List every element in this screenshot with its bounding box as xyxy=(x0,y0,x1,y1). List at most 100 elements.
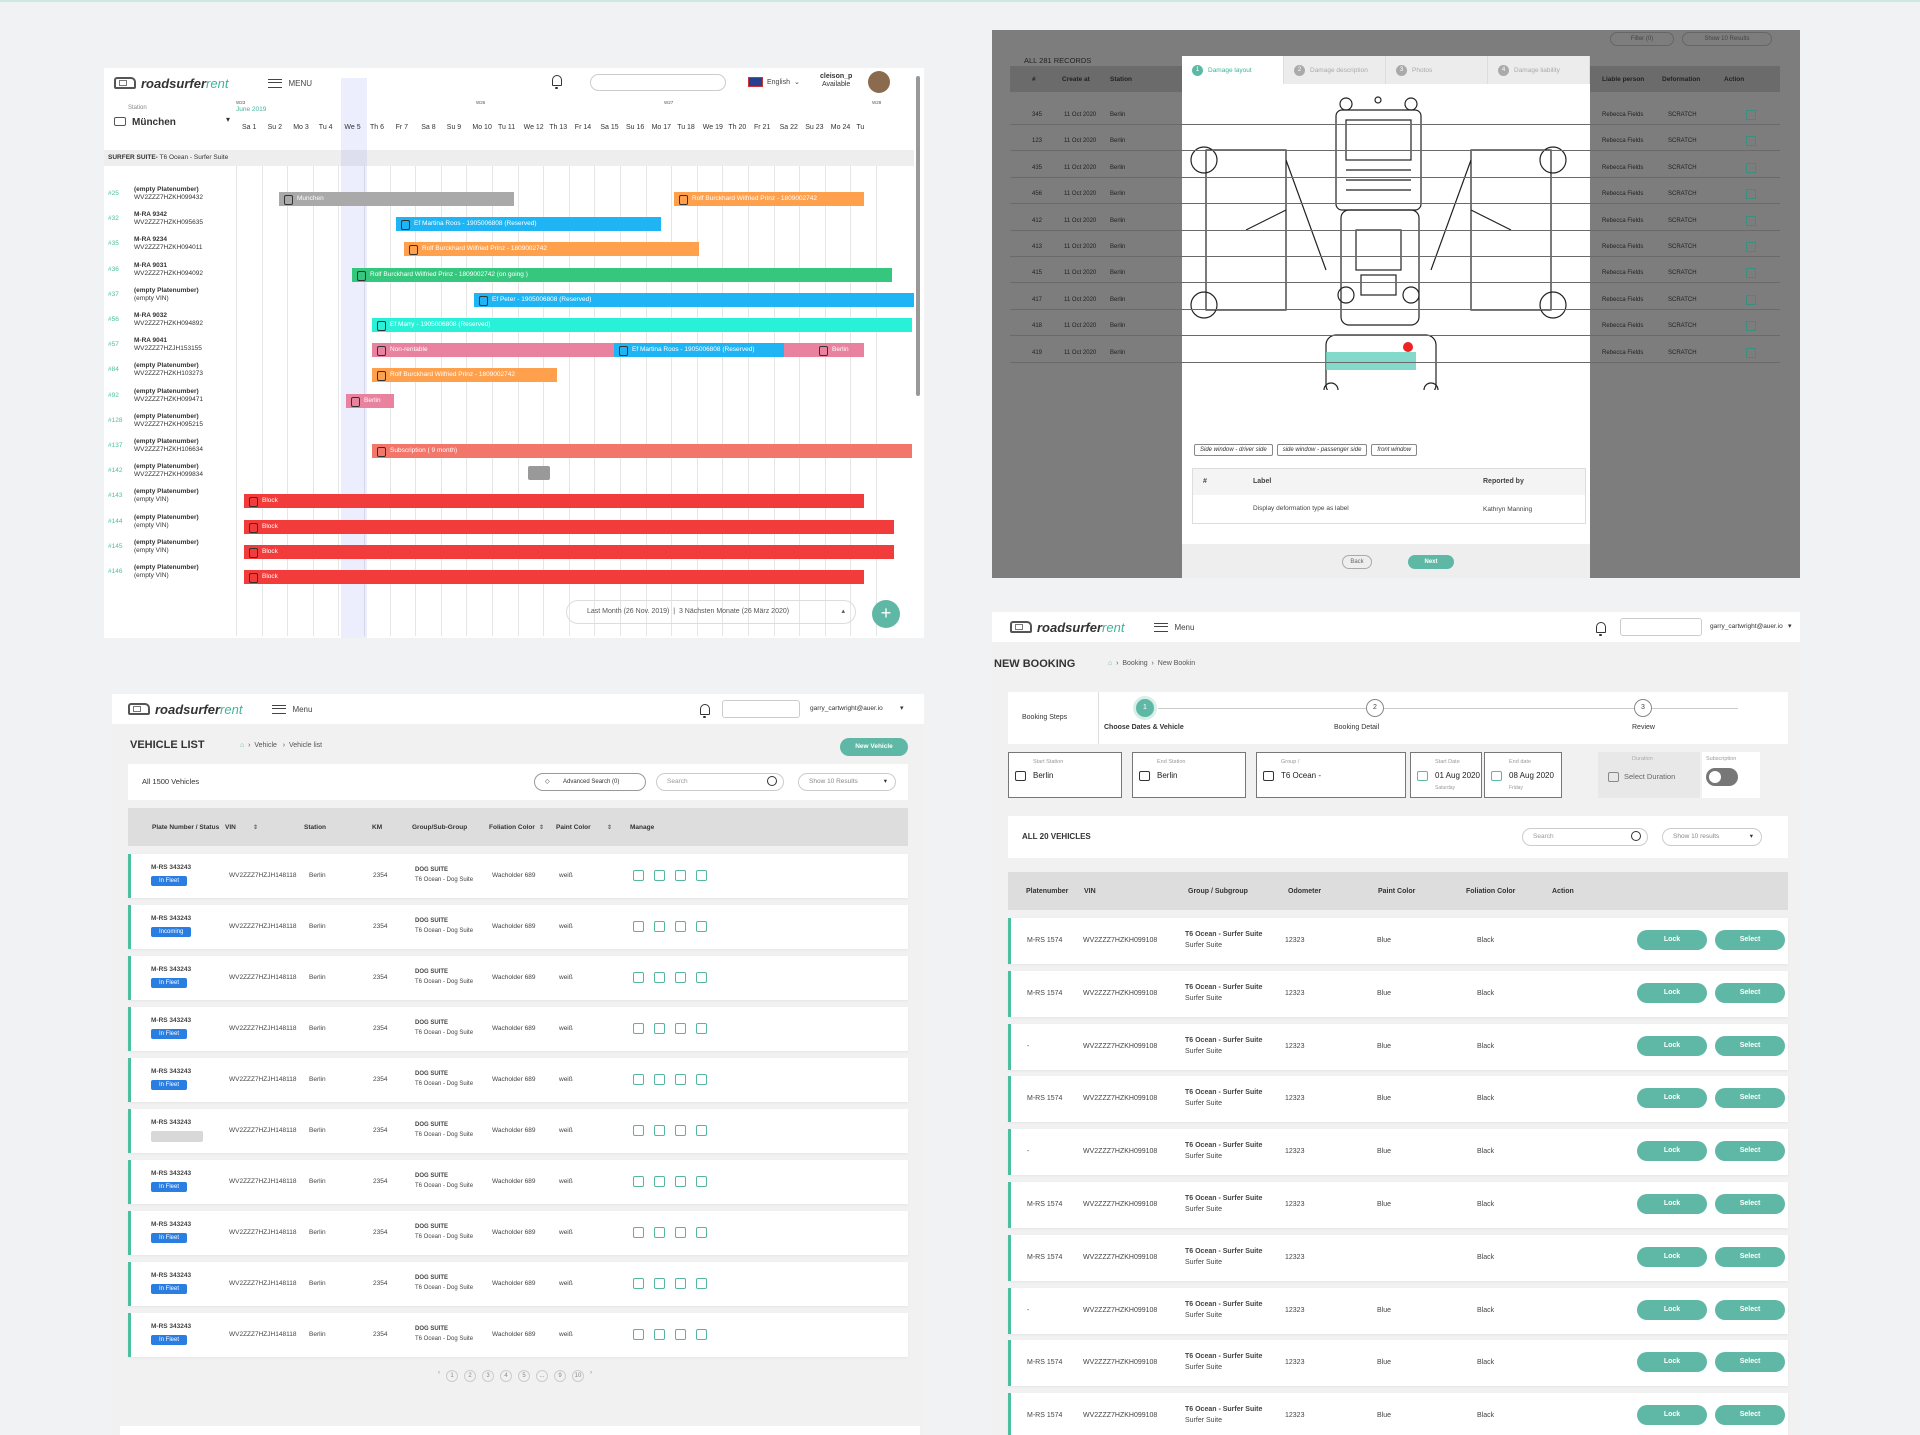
page-number[interactable]: 3 xyxy=(482,1370,494,1382)
show-results-select[interactable]: Show 10 Results ▾ xyxy=(798,773,896,791)
vehicle-row[interactable]: M-RS 1574 WV2ZZZ7HZKH099108 T6 Ocean - Sur… xyxy=(1008,1340,1788,1387)
copy-icon[interactable] xyxy=(654,972,665,983)
page-number[interactable]: 5 xyxy=(518,1370,530,1382)
vehicle-label[interactable]: #142 (empty Platenumber) WV2ZZZ7HZKH099834 xyxy=(108,463,203,479)
archive-icon[interactable] xyxy=(675,1074,686,1085)
select-button[interactable]: Select xyxy=(1715,1035,1785,1056)
user-menu[interactable]: cleison_p Available xyxy=(820,73,852,89)
select-button[interactable]: Select xyxy=(1715,1246,1785,1267)
copy-icon[interactable] xyxy=(654,1278,665,1289)
vehicle-row[interactable]: M-RS 343243 In Fleet WV2ZZZ7HZJH148118 Berl… xyxy=(128,1058,908,1102)
chevron-down-icon[interactable]: ▾ xyxy=(1788,622,1792,630)
edit-icon[interactable] xyxy=(1746,162,1756,173)
edit-icon[interactable] xyxy=(1746,268,1756,279)
logo[interactable]: roadsurferrent xyxy=(114,76,228,91)
back-button[interactable]: Back xyxy=(1342,555,1372,569)
damage-chip[interactable]: side window - passenger side xyxy=(1276,444,1368,456)
edit-icon[interactable] xyxy=(633,1227,644,1238)
prev-page-icon[interactable]: ‹ xyxy=(438,1370,440,1382)
lock-button[interactable]: Lock xyxy=(1637,982,1707,1003)
edit-icon[interactable] xyxy=(633,1278,644,1289)
vehicle-row[interactable]: - WV2ZZZ7HZKH099108 T6 Ocean - Surfer Suit… xyxy=(1008,1023,1788,1070)
vehicle-number[interactable]: #142 xyxy=(108,467,122,475)
vehicle-row[interactable]: M-RS 343243 WV2ZZZ7HZJH148118 Berlin 2354 DO… xyxy=(128,1109,908,1153)
calendar-icon[interactable] xyxy=(696,972,707,983)
edit-icon[interactable] xyxy=(633,972,644,983)
edit-icon[interactable] xyxy=(1746,242,1756,252)
calendar-icon[interactable] xyxy=(696,1125,707,1136)
vehicle-label[interactable]: #37 (empty Platenumber) (empty VIN) xyxy=(108,287,199,303)
select-button[interactable]: Select xyxy=(1715,982,1785,1003)
vehicle-label[interactable]: #36 M-RA 9031 WV2ZZZ7HZKH094092 xyxy=(108,262,203,278)
vehicle-label[interactable]: #35 M-RA 9234 WV2ZZZ7HZKH094011 xyxy=(108,236,203,252)
vehicle-number[interactable]: #128 xyxy=(108,417,122,425)
vehicle-row[interactable]: M-RS 1574 WV2ZZZ7HZKH099108 T6 Ocean - Sur… xyxy=(1008,918,1788,964)
vehicle-row[interactable]: M-RS 343243 In Fleet WV2ZZZ7HZJH148118 Berl… xyxy=(128,1262,908,1306)
edit-icon[interactable] xyxy=(633,1023,644,1034)
date-range-select[interactable]: Last Month (26 Nov. 2019) | 3 Nächsten M… xyxy=(566,600,856,624)
booking-bar[interactable]: Munchen xyxy=(279,192,514,206)
vehicle-number[interactable]: #56 xyxy=(108,316,119,324)
vehicle-label[interactable]: #145 (empty Platenumber) (empty VIN) xyxy=(108,539,199,555)
vehicle-row[interactable]: M-RS 343243 In Fleet WV2ZZZ7HZJH148118 Berl… xyxy=(128,1160,908,1204)
select-button[interactable]: Select xyxy=(1715,1352,1785,1373)
page-number[interactable]: ... xyxy=(536,1370,548,1382)
vehicle-number[interactable]: #92 xyxy=(108,392,119,400)
select-button[interactable]: Select xyxy=(1715,1088,1785,1109)
lock-button[interactable]: Lock xyxy=(1637,930,1707,950)
vehicle-number[interactable]: #32 xyxy=(108,215,119,223)
vehicle-label[interactable]: #146 (empty Platenumber) (empty VIN) xyxy=(108,564,199,580)
bell-icon[interactable] xyxy=(552,75,562,89)
next-button[interactable]: Next xyxy=(1408,555,1454,569)
sort-icon[interactable]: ⇕ xyxy=(607,824,612,831)
booking-bar[interactable]: Subscription ( 9 month) xyxy=(372,444,912,458)
calendar-icon[interactable] xyxy=(696,1278,707,1289)
sort-icon[interactable]: ⇕ xyxy=(539,824,544,831)
edit-icon[interactable] xyxy=(1746,110,1756,120)
page-number[interactable]: 4 xyxy=(500,1370,512,1382)
booking-bar[interactable]: Ef Martina Roos - 1905006808 (Reserved) xyxy=(396,217,661,232)
lock-button[interactable]: Lock xyxy=(1637,1246,1707,1267)
bell-icon[interactable] xyxy=(700,704,710,718)
lock-button[interactable]: Lock xyxy=(1637,1299,1707,1320)
edit-icon[interactable] xyxy=(633,1176,644,1187)
end-station-field[interactable]: End Station Berlin xyxy=(1132,752,1246,798)
edit-icon[interactable] xyxy=(633,870,644,881)
vehicle-number[interactable]: #57 xyxy=(108,341,119,349)
scrollbar[interactable] xyxy=(916,76,920,396)
booking-bar[interactable]: Block xyxy=(244,570,864,584)
vehicle-row[interactable]: M-RS 1574 WV2ZZZ7HZKH099108 T6 Ocean - Sur… xyxy=(1008,1234,1788,1281)
page-number[interactable]: 10 xyxy=(572,1370,584,1382)
vehicle-row[interactable]: M-RS 1574 WV2ZZZ7HZKH099108 T6 Ocean - Sur… xyxy=(1008,1182,1788,1228)
vehicle-label[interactable]: #57 M-RA 9041 WV2ZZZ7HZJH153155 xyxy=(108,337,202,353)
select-button[interactable]: Select xyxy=(1715,1299,1785,1320)
copy-icon[interactable] xyxy=(654,1176,665,1187)
tab-1[interactable]: 1 Damage layout xyxy=(1182,56,1284,84)
search-input[interactable]: Search xyxy=(656,773,784,791)
vehicle-label[interactable]: #92 (empty Platenumber) WV2ZZZ7HZKH099471 xyxy=(108,388,203,404)
calendar-icon[interactable] xyxy=(696,1176,707,1187)
vehicle-number[interactable]: #146 xyxy=(108,568,122,576)
vehicle-number[interactable]: #84 xyxy=(108,366,119,374)
advanced-search-button[interactable]: ◇ Advanced Search (0) xyxy=(534,773,646,791)
menu-button[interactable]: MENU xyxy=(268,78,312,88)
copy-icon[interactable] xyxy=(654,1329,665,1340)
copy-icon[interactable] xyxy=(654,1125,665,1136)
tab-3[interactable]: 3 Photos xyxy=(1386,56,1488,84)
vehicle-row[interactable]: M-RS 343243 In Fleet WV2ZZZ7HZJH148118 Berl… xyxy=(128,1313,908,1357)
archive-icon[interactable] xyxy=(675,921,686,932)
start-date-field[interactable]: Start Date 01 Aug 2020 Saturday xyxy=(1410,752,1482,798)
select-button[interactable]: Select xyxy=(1715,1194,1785,1214)
booking-bar[interactable]: Rolf Burckhard Wilfried Prinz - 18090027… xyxy=(674,192,864,206)
damage-chip[interactable]: front window xyxy=(1371,444,1418,456)
tab-4[interactable]: 4 Damage liability xyxy=(1488,56,1590,84)
column-header[interactable]: Paint Color xyxy=(556,824,591,831)
vehicle-label[interactable]: #84 (empty Platenumber) WV2ZZZ7HZKH103273 xyxy=(108,362,203,378)
vehicle-number[interactable]: #145 xyxy=(108,543,122,551)
vehicle-label[interactable]: #56 M-RA 9032 WV2ZZZ7HZKH094892 xyxy=(108,312,203,328)
vehicle-label[interactable]: #32 M-RA 9342 WV2ZZZ7HZKH095635 xyxy=(108,211,203,227)
lock-button[interactable]: Lock xyxy=(1637,1035,1707,1056)
vehicle-row[interactable]: - WV2ZZZ7HZKH099108 T6 Ocean - Surfer Suit… xyxy=(1008,1129,1788,1176)
search-icon[interactable] xyxy=(1631,831,1641,841)
copy-icon[interactable] xyxy=(654,870,665,881)
